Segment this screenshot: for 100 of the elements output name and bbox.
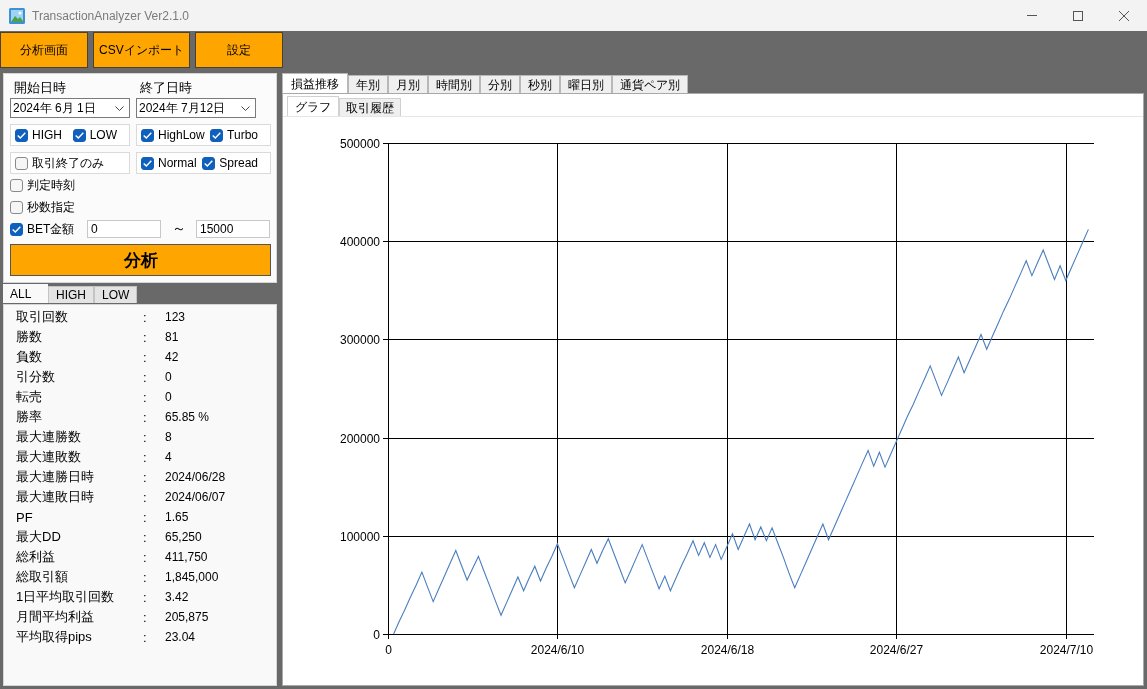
stat-value: 205,875: [165, 610, 209, 624]
separator-colon: :: [143, 549, 147, 565]
checkbox[interactable]: [10, 200, 23, 214]
separator-colon: :: [143, 349, 147, 365]
check-icon: [12, 225, 21, 233]
nav-button[interactable]: 設定: [194, 32, 283, 68]
date-picker[interactable]: 2024年 6月 1日: [10, 98, 130, 118]
checkbox[interactable]: [141, 156, 154, 170]
input-field[interactable]: 15000: [196, 220, 270, 238]
date-label: 開始日時: [14, 79, 66, 97]
checkbox-label: 秒数指定: [27, 198, 75, 216]
stat-label: PF: [16, 509, 33, 525]
separator-colon: :: [143, 529, 147, 545]
separator-colon: :: [143, 309, 147, 325]
checkbox[interactable]: [10, 178, 23, 192]
checkbox[interactable]: [141, 128, 154, 142]
stat-label: 最大連勝日時: [16, 468, 94, 486]
axis-label: 2024/6/27: [869, 643, 924, 657]
tab[interactable]: 秒別: [520, 75, 560, 93]
maximize-icon[interactable]: [1073, 10, 1083, 21]
separator-colon: :: [143, 469, 147, 485]
tab[interactable]: グラフ: [287, 96, 339, 116]
stat-value: 2024/06/28: [165, 470, 226, 484]
axis-label: 100000: [339, 529, 380, 544]
separator-colon: :: [143, 329, 147, 345]
tab[interactable]: 通貨ペア別: [612, 75, 688, 93]
range-separator: ～: [170, 220, 187, 238]
checkbox-label: Turbo: [227, 128, 258, 142]
stat-value: 2024/06/07: [165, 490, 226, 504]
date-label: 終了日時: [140, 79, 192, 97]
checkbox-label: LOW: [89, 128, 117, 142]
axis-label: 300000: [339, 332, 380, 347]
check-icon: [212, 131, 222, 139]
stat-label: 負数: [16, 348, 42, 366]
checkbox-label: Spread: [219, 156, 258, 170]
stat-value: 0: [165, 390, 172, 404]
separator-colon: :: [143, 409, 147, 425]
stat-value: 81: [165, 330, 179, 344]
checkbox-label: BET金額: [27, 220, 76, 238]
check-icon: [17, 131, 26, 139]
tab[interactable]: 時間別: [428, 75, 480, 93]
stat-value: 65.85 %: [165, 410, 210, 424]
axis-label: 0: [373, 627, 380, 642]
axis-label: 400000: [339, 234, 380, 249]
tab[interactable]: LOW: [94, 286, 138, 303]
chevron-icon: [241, 105, 250, 111]
stat-value: 4: [165, 450, 172, 464]
stat-label: 最大連敗数: [16, 448, 81, 466]
separator-colon: :: [143, 389, 147, 405]
stat-label: 取引回数: [16, 308, 68, 326]
stat-label: 勝数: [16, 328, 42, 346]
tab[interactable]: 分別: [480, 75, 520, 93]
stat-label: 1日平均取引回数: [16, 588, 115, 606]
tab[interactable]: 年別: [348, 75, 388, 93]
check-icon: [204, 159, 214, 167]
input-field[interactable]: 0: [87, 220, 161, 238]
separator-colon: :: [143, 629, 147, 645]
close-icon[interactable]: [1119, 10, 1129, 21]
stat-value: 3.42: [165, 590, 189, 604]
axis-label: 2024/7/10: [1039, 643, 1094, 657]
axis-label: 2024/6/18: [700, 643, 755, 657]
stat-label: 最大DD: [16, 528, 61, 546]
stat-label: 最大連敗日時: [16, 488, 94, 506]
checkbox[interactable]: [10, 222, 23, 236]
axis-label: 500000: [339, 136, 380, 151]
tab[interactable]: HIGH: [48, 286, 94, 303]
stat-value: 1,845,000: [165, 570, 219, 584]
separator-colon: :: [143, 369, 147, 385]
date-picker[interactable]: 2024年 7月12日: [136, 98, 256, 118]
nav-button[interactable]: CSVインポート: [93, 32, 190, 68]
stat-label: 総取引額: [16, 568, 68, 586]
separator-colon: :: [143, 609, 147, 625]
axis-label: 200000: [339, 431, 380, 446]
nav-button[interactable]: 分析画面: [0, 32, 88, 68]
separator-colon: :: [143, 429, 147, 445]
checkbox-label: 判定時刻: [27, 176, 75, 194]
stat-label: 転売: [16, 388, 42, 406]
tab[interactable]: 取引履歴: [339, 98, 401, 116]
tab[interactable]: 曜日別: [560, 75, 612, 93]
check-icon: [143, 159, 152, 167]
tab[interactable]: 損益推移: [282, 73, 348, 93]
stat-value: 42: [165, 350, 179, 364]
stat-label: 総利益: [16, 548, 55, 566]
checkbox[interactable]: [15, 128, 28, 142]
separator-colon: :: [143, 509, 147, 525]
axis-label: 0: [385, 643, 392, 657]
stat-label: 平均取得pips: [16, 628, 92, 646]
axis-label: 2024/6/10: [530, 643, 585, 657]
separator-colon: :: [143, 589, 147, 605]
tab[interactable]: ALL: [3, 284, 48, 303]
stat-value: 23.04: [165, 630, 196, 644]
check-icon: [143, 131, 152, 139]
checkbox[interactable]: [15, 156, 28, 170]
tab[interactable]: 月別: [388, 75, 428, 93]
checkbox-label: HIGH: [32, 128, 62, 142]
analyze-button[interactable]: 分析: [10, 244, 271, 276]
separator-colon: :: [143, 449, 147, 465]
checkbox[interactable]: [72, 128, 86, 142]
checkbox[interactable]: [210, 128, 224, 142]
checkbox[interactable]: [202, 156, 216, 170]
